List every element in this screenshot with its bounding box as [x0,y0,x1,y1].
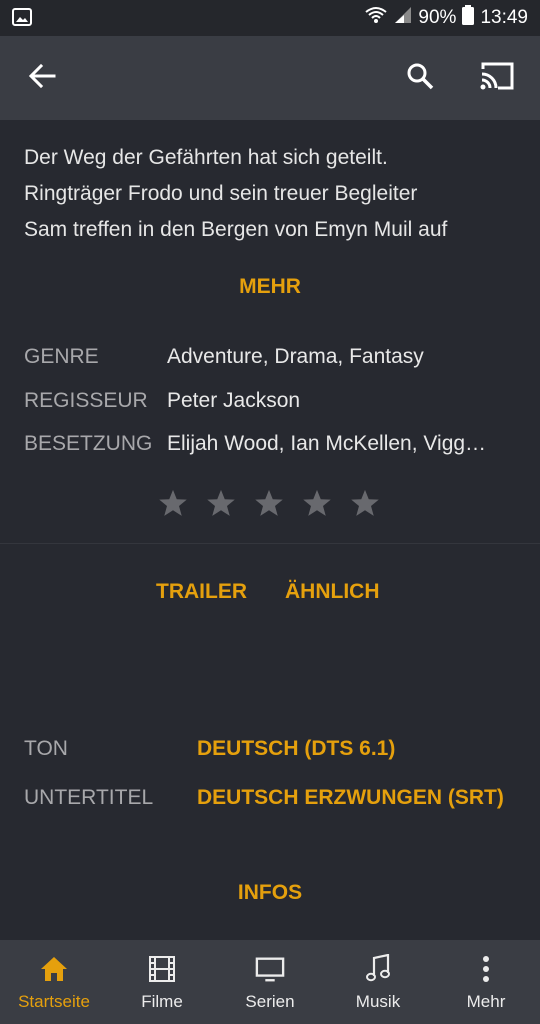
clock: 13:49 [480,7,528,28]
cast-label: BESETZUNG [24,432,153,455]
cast-icon [479,61,515,96]
search-icon [406,62,434,95]
star-icon[interactable] [206,488,236,518]
genre-row: GENRE Adventure, Drama, Fantasy [24,345,424,375]
nav-label: Mehr [466,992,506,1011]
app-toolbar [0,36,540,120]
bottom-nav: Startseite Filme Serien Musik Mehr [0,940,540,1024]
image-icon [12,8,32,32]
detail-tabs: TRAILER ÄHNLICH [156,580,380,604]
star-icon[interactable] [302,488,332,518]
music-icon [363,954,393,984]
tab-trailer[interactable]: TRAILER [156,580,247,604]
more-button[interactable]: MEHR [0,275,540,299]
film-icon [147,954,177,984]
cast-button[interactable] [477,58,517,98]
tv-icon [255,954,285,984]
back-button[interactable] [22,58,62,98]
synopsis: Der Weg der Gefährten hat sich geteilt. … [24,140,519,248]
signal-icon [394,6,412,30]
nav-item-movies[interactable]: Filme [108,940,216,1024]
nav-item-more[interactable]: Mehr [432,940,540,1024]
director-label: REGISSEUR [24,389,148,412]
director-value[interactable]: Peter Jackson [167,389,300,413]
wifi-icon [364,5,388,31]
star-icon[interactable] [350,488,380,518]
subtitle-row: UNTERTITEL DEUTSCH ERZWUNGEN (SRT) [24,786,504,816]
cast-row: BESETZUNG Elijah Wood, Ian McKellen, Vig… [24,432,486,462]
director-row: REGISSEUR Peter Jackson [24,389,300,419]
more-vert-icon [471,954,501,984]
tab-similar[interactable]: ÄHNLICH [285,580,380,604]
star-icon[interactable] [254,488,284,518]
home-icon [39,954,69,984]
nav-item-music[interactable]: Musik [324,940,432,1024]
divider [0,543,540,544]
battery-icon [462,5,475,31]
genre-label: GENRE [24,345,99,368]
nav-label: Serien [245,992,295,1011]
genre-value: Adventure, Drama, Fantasy [167,345,424,368]
nav-label: Musik [355,992,401,1011]
nav-label: Filme [141,992,183,1011]
audio-select[interactable]: DEUTSCH (DTS 6.1) [197,737,395,761]
battery-percent: 90% [418,7,457,28]
search-button[interactable] [400,58,440,98]
audio-label: TON [24,737,68,760]
nav-label: Startseite [18,992,90,1011]
nav-item-home[interactable]: Startseite [0,940,108,1024]
infos-button[interactable]: INFOS [0,881,540,905]
synopsis-line: Sam treffen in den Bergen von Emyn Muil … [24,218,448,241]
audio-row: TON DEUTSCH (DTS 6.1) [24,737,395,767]
rating-stars[interactable] [158,488,380,518]
synopsis-line: Der Weg der Gefährten hat sich geteilt. [24,146,388,169]
status-bar: 90% 13:49 [0,0,540,36]
synopsis-line: Ringträger Frodo und sein treuer Begleit… [24,182,418,205]
cast-value[interactable]: Elijah Wood, Ian McKellen, Vigg… [167,432,486,456]
star-icon[interactable] [158,488,188,518]
arrow-back-icon [28,62,56,95]
subtitle-label: UNTERTITEL [24,786,154,809]
nav-item-series[interactable]: Serien [216,940,324,1024]
subtitle-select[interactable]: DEUTSCH ERZWUNGEN (SRT) [197,786,504,810]
